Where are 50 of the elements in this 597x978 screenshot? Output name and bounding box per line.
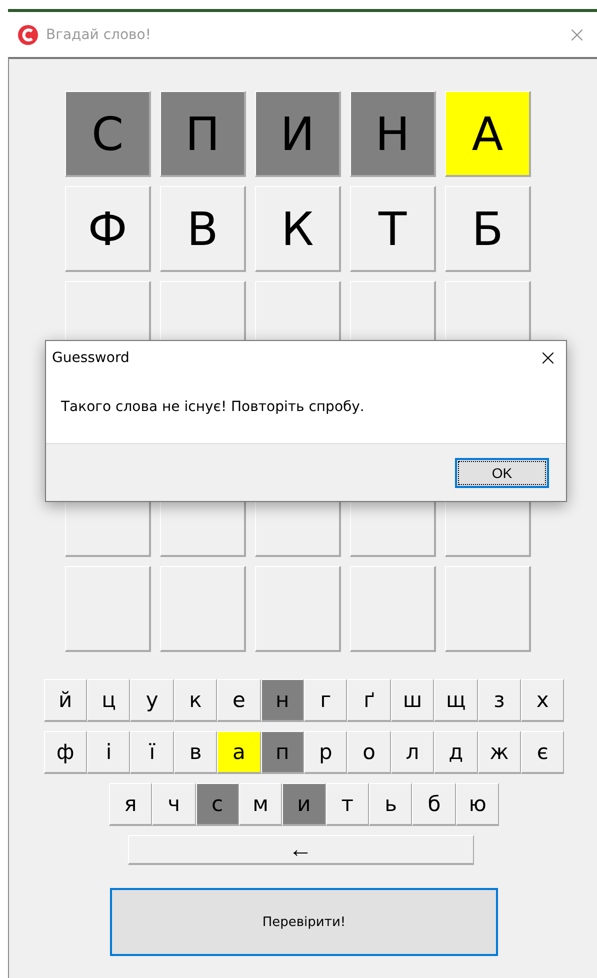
letter-tile: С	[65, 91, 151, 177]
letter-key[interactable]: ш	[390, 679, 434, 722]
letter-key[interactable]: у	[130, 679, 174, 722]
letter-key[interactable]: с	[196, 783, 239, 826]
letter-tile: В	[160, 186, 246, 272]
letter-tile: Б	[445, 186, 531, 272]
letter-key[interactable]: л	[390, 731, 434, 774]
letter-key[interactable]: ц	[87, 679, 130, 722]
letter-key[interactable]: е	[217, 679, 261, 722]
letter-tile: П	[160, 91, 246, 177]
letter-key[interactable]: є	[520, 731, 564, 774]
letter-key[interactable]: і	[87, 731, 130, 774]
ok-button[interactable]: OK	[455, 458, 549, 488]
letter-key[interactable]: т	[326, 783, 370, 826]
letter-key[interactable]: ч	[152, 783, 196, 826]
letter-tile: А	[445, 91, 531, 177]
letter-key[interactable]: ї	[130, 731, 174, 774]
letter-key[interactable]: в	[174, 731, 218, 774]
letter-key[interactable]: п	[260, 731, 304, 774]
letter-key[interactable]: щ	[434, 679, 478, 722]
dialog-message: Такого слова не існує! Повторіть спробу.	[60, 398, 366, 417]
letter-key[interactable]: з	[478, 679, 521, 722]
backspace-key[interactable]: ←	[128, 835, 474, 865]
letter-tile: К	[255, 186, 341, 272]
letter-key[interactable]: ь	[369, 783, 412, 826]
letter-key[interactable]: д	[434, 731, 478, 774]
letter-key[interactable]: х	[520, 679, 564, 722]
letter-key[interactable]: й	[44, 679, 88, 722]
letter-key[interactable]: о	[347, 731, 391, 774]
letter-key[interactable]: и	[282, 783, 326, 826]
letter-tile: Ф	[65, 186, 151, 272]
letter-key[interactable]: г	[304, 679, 348, 722]
window-title: Вгадай слово!	[46, 26, 152, 42]
check-button[interactable]: Перевірити!	[110, 888, 498, 956]
letter-key[interactable]: к	[174, 679, 218, 722]
letter-key[interactable]: р	[304, 731, 348, 774]
letter-tile: Н	[350, 91, 436, 177]
letter-key[interactable]: б	[412, 783, 456, 826]
letter-key[interactable]: ж	[478, 731, 521, 774]
letter-key[interactable]: я	[108, 783, 152, 826]
letter-tile: Т	[350, 186, 436, 272]
letter-key[interactable]: м	[238, 783, 282, 826]
letter-tile: И	[255, 91, 341, 177]
letter-key[interactable]: ю	[456, 783, 500, 826]
dialog-title: Guessword	[52, 350, 130, 366]
letter-key[interactable]: ф	[44, 731, 88, 774]
letter-key[interactable]: а	[217, 731, 261, 774]
letter-key[interactable]: н	[260, 679, 304, 722]
letter-key[interactable]: ґ	[347, 679, 391, 722]
app-logo-icon	[18, 24, 38, 44]
